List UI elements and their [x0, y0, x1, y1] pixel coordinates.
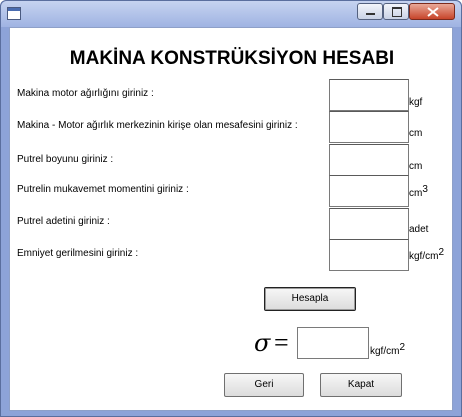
section-modulus-unit: cm3: [409, 184, 428, 199]
center-distance-label: Makina - Motor ağırlık merkezinin kirişe…: [17, 120, 298, 131]
motor-weight-label: Makina motor ağırlığını giriniz :: [17, 88, 154, 99]
beam-count-unit: adet: [409, 224, 429, 235]
beam-count-input[interactable]: [329, 208, 409, 240]
center-distance-input[interactable]: [329, 111, 409, 143]
allowable-stress-unit: kgf/cm2: [409, 247, 445, 262]
allowable-stress-input[interactable]: [329, 239, 409, 271]
equals-sign: =: [274, 328, 289, 357]
title-bar[interactable]: [1, 1, 461, 27]
close-button[interactable]: [409, 3, 455, 20]
close-form-button[interactable]: Kapat: [320, 373, 402, 397]
beam-length-unit: cm: [409, 161, 423, 172]
back-button[interactable]: Geri: [224, 373, 304, 397]
center-distance-unit: cm: [409, 128, 423, 139]
app-window: MAKİNA KONSTRÜKSİYON HESABI Makina motor…: [0, 0, 462, 417]
beam-length-label: Putrel boyunu giriniz :: [17, 154, 114, 165]
motor-weight-input[interactable]: [329, 79, 409, 111]
section-modulus-input[interactable]: [329, 175, 409, 207]
app-icon: [7, 7, 21, 20]
form-title: MAKİNA KONSTRÜKSİYON HESABI: [69, 48, 395, 69]
close-icon: [427, 7, 439, 17]
motor-weight-unit: kgf: [409, 97, 423, 108]
beam-length-input[interactable]: [329, 144, 409, 176]
calculate-button[interactable]: Hesapla: [264, 287, 356, 311]
stress-symbol: σ: [254, 329, 271, 357]
result-unit: kgf/cm2: [370, 342, 406, 357]
beam-count-label: Putrel adetini giriniz :: [17, 216, 110, 227]
section-modulus-label: Putrelin mukavemet momentini giriniz :: [17, 184, 189, 195]
form-client-area: MAKİNA KONSTRÜKSİYON HESABI Makina motor…: [9, 27, 453, 411]
minimize-button[interactable]: [357, 3, 383, 20]
result-output[interactable]: [297, 327, 369, 359]
allowable-stress-label: Emniyet gerilmesini giriniz :: [17, 248, 139, 259]
maximize-button[interactable]: [383, 3, 409, 20]
